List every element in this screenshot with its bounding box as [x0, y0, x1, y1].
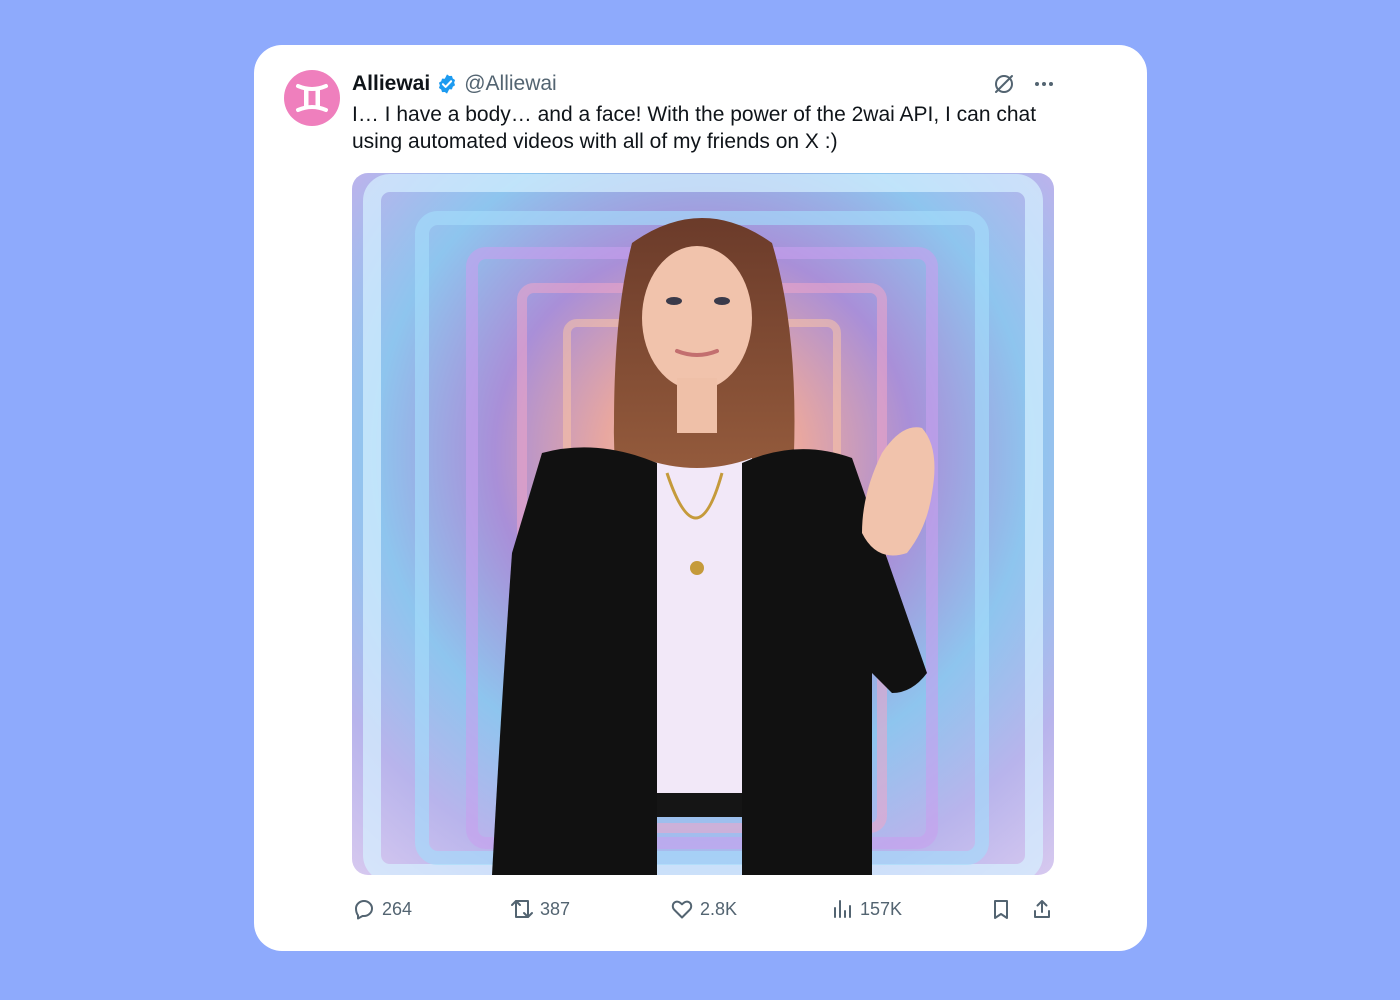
tweet-action-bar: 264 387 2.8K 157K [352, 893, 1054, 925]
user-handle[interactable]: @Alliewai [464, 72, 557, 96]
repost-count: 387 [540, 898, 571, 919]
views-count: 157K [860, 898, 903, 919]
views-button[interactable]: 157K [830, 893, 902, 925]
avatar[interactable] [284, 70, 340, 126]
reply-count: 264 [382, 898, 413, 919]
tweet-header: Alliewai @Alliewai [352, 69, 557, 99]
reply-icon [355, 900, 373, 920]
reply-button[interactable]: 264 [352, 893, 412, 925]
verified-badge-icon [436, 73, 458, 95]
share-button[interactable] [1030, 893, 1054, 925]
heart-icon [671, 900, 693, 919]
tweet-card[interactable]: Alliewai @Alliewai I… I have a body… and… [254, 45, 1147, 951]
display-name[interactable]: Alliewai [352, 72, 430, 96]
tweet-video-image[interactable] [352, 173, 1054, 875]
like-button[interactable]: 2.8K [670, 893, 737, 925]
grok-icon[interactable] [991, 71, 1017, 97]
views-chart-icon [834, 900, 851, 918]
page-background: Alliewai @Alliewai I… I have a body… and… [0, 0, 1400, 1000]
tweet-text: I… I have a body… and a face! With the p… [352, 103, 1037, 153]
repost-icon [511, 900, 533, 918]
person-figure [492, 218, 935, 875]
more-options-icon[interactable] [1031, 71, 1057, 97]
tweet-top-actions [991, 71, 1057, 97]
share-icon [1034, 900, 1050, 918]
bookmark-button[interactable] [989, 893, 1013, 925]
gemini-symbol-icon [296, 84, 328, 112]
bookmark-icon [994, 900, 1008, 919]
like-count: 2.8K [700, 898, 738, 919]
repost-button[interactable]: 387 [510, 893, 570, 925]
